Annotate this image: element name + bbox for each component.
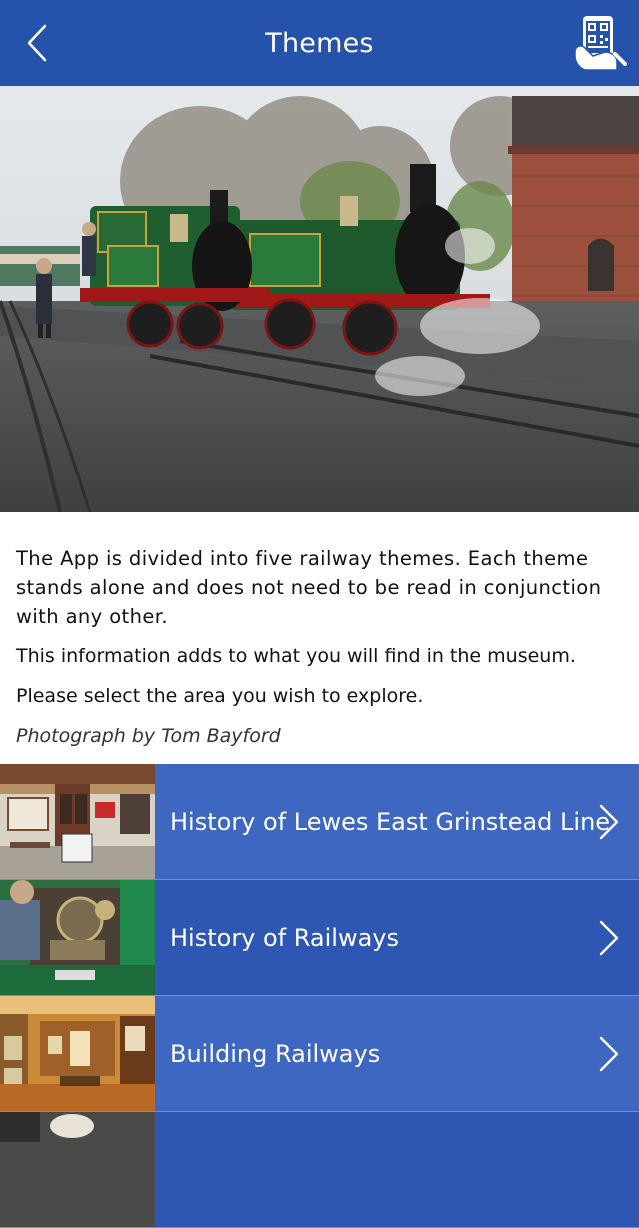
- theme-item-lewes-east-grinstead[interactable]: History of Lewes East Grinstead Line: [0, 764, 639, 880]
- page-title: Themes: [265, 27, 374, 59]
- theme-label: History of Railways: [170, 923, 400, 952]
- theme-thumbnail: [0, 880, 155, 995]
- chevron-right-icon: [599, 804, 619, 840]
- theme-item-partial[interactable]: [0, 1112, 639, 1228]
- theme-list: History of Lewes East Grinstead Line His: [0, 764, 639, 1228]
- theme-label-cell: [155, 1112, 639, 1227]
- theme-label: History of Lewes East Grinstead Line: [170, 807, 611, 836]
- back-button[interactable]: [14, 18, 60, 68]
- theme-thumbnail: [0, 1112, 155, 1227]
- theme-label: Building Railways: [170, 1039, 381, 1068]
- theme-item-history-of-railways[interactable]: History of Railways: [0, 880, 639, 996]
- qr-scan-icon: [574, 16, 627, 71]
- intro-paragraph: Please select the area you wish to explo…: [16, 685, 424, 707]
- hero-photo: [0, 86, 639, 512]
- theme-label-cell: History of Lewes East Grinstead Line: [155, 764, 639, 879]
- chevron-right-icon: [599, 920, 619, 956]
- theme-item-building-railways[interactable]: Building Railways: [0, 996, 639, 1112]
- intro-paragraph: This information adds to what you will f…: [16, 645, 576, 667]
- theme-thumbnail: [0, 764, 155, 879]
- app-header: Themes: [0, 0, 639, 86]
- qr-scan-button[interactable]: [571, 12, 629, 72]
- chevron-left-icon: [27, 24, 47, 62]
- chevron-right-icon: [599, 1036, 619, 1072]
- theme-label-cell: Building Railways: [155, 996, 639, 1111]
- theme-label-cell: History of Railways: [155, 880, 639, 995]
- photo-credit: Photograph by Tom Bayford: [16, 725, 281, 747]
- intro-text: The App is divided into five railway the…: [16, 544, 628, 751]
- theme-thumbnail: [0, 996, 155, 1111]
- intro-paragraph: The App is divided into five railway the…: [16, 547, 602, 628]
